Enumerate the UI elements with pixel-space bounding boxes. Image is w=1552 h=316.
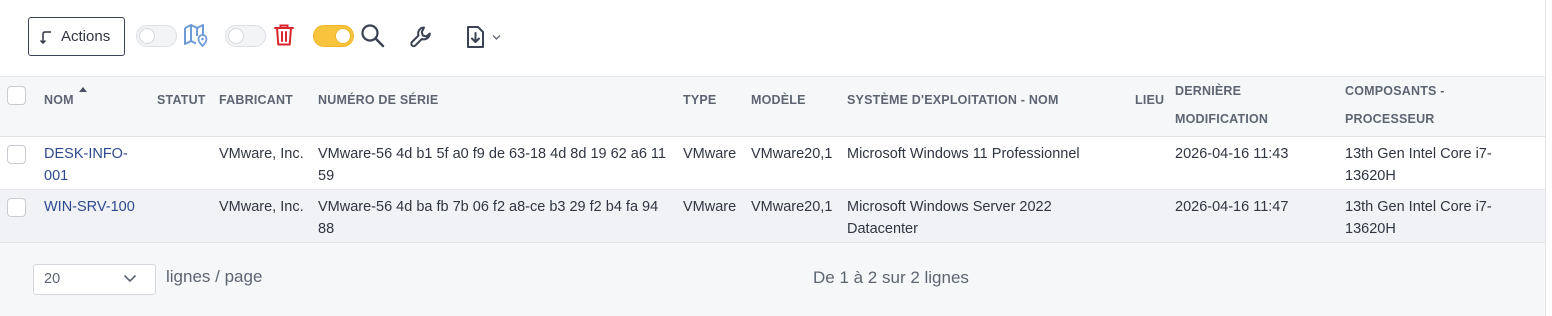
row-checkbox[interactable] (7, 145, 26, 164)
column-header-modele[interactable]: MODÈLE (751, 86, 806, 114)
column-header-modif[interactable]: DERNIÈRE MODIFICATION (1175, 77, 1305, 133)
actions-button[interactable]: Actions (28, 17, 125, 56)
cell-os: Microsoft Windows Server 2022 Datacenter (847, 199, 1052, 237)
cell-serie: VMware-56 4d ba fb 7b 06 f2 a8-ce b3 29 … (318, 199, 659, 237)
toolbar: Actions (0, 0, 1545, 76)
table-header: NOM STATUT FABRICANT NUMÉRO DE SÉRIE TYP… (0, 76, 1545, 137)
column-header-cpu[interactable]: COMPOSANTS - PROCESSEUR (1345, 77, 1475, 133)
table-footer: 20 lignes / page De 1 à 2 sur 2 lignes (0, 243, 1545, 316)
chevron-down-icon (123, 274, 137, 283)
computers-table: NOM STATUT FABRICANT NUMÉRO DE SÉRIE TYP… (0, 76, 1545, 243)
search-toggle[interactable] (313, 25, 354, 47)
table-row[interactable]: WIN-SRV-100 VMware, Inc. VMware-56 4d ba… (0, 190, 1545, 243)
column-header-fabricant[interactable]: FABRICANT (219, 86, 293, 114)
sort-ascending-icon (79, 87, 87, 92)
cell-fabricant: VMware, Inc. (219, 199, 304, 215)
cell-cpu: 13th Gen Intel Core i7-13620H (1345, 146, 1492, 184)
row-checkbox[interactable] (7, 198, 26, 217)
export-icon[interactable] (465, 24, 487, 50)
column-header-lieu[interactable]: LIEU (1135, 86, 1164, 114)
cell-modif: 2026-04-16 11:43 (1175, 146, 1289, 162)
computer-name-link[interactable]: WIN-SRV-100 (44, 196, 154, 218)
column-header-nom[interactable]: NOM (44, 86, 74, 114)
map-icon[interactable] (183, 23, 209, 49)
cell-serie: VMware-56 4d b1 5f a0 f9 de 63-18 4d 8d … (318, 146, 666, 184)
per-page-select[interactable]: 20 (33, 264, 156, 295)
page-edge (1545, 0, 1546, 316)
cell-type: VMware (683, 199, 737, 215)
toggle-knob (335, 28, 351, 44)
column-header-os[interactable]: SYSTÈME D'EXPLOITATION - NOM (847, 86, 1059, 114)
actions-label: Actions (61, 28, 111, 45)
cell-modele: VMware20,1 (751, 146, 833, 162)
trash-toggle[interactable] (225, 25, 266, 47)
cell-modif: 2026-04-16 11:47 (1175, 199, 1289, 215)
wrench-icon[interactable] (409, 24, 435, 50)
per-page-label: lignes / page (166, 267, 263, 286)
chevron-down-icon[interactable] (492, 34, 501, 41)
actions-arrow-icon (39, 30, 51, 44)
cell-cpu: 13th Gen Intel Core i7-13620H (1345, 199, 1492, 237)
toggle-knob (228, 28, 244, 44)
column-header-statut[interactable]: STATUT (157, 86, 206, 114)
table-row[interactable]: DESK-INFO-001 VMware, Inc. VMware-56 4d … (0, 137, 1545, 190)
select-all-checkbox[interactable] (7, 86, 26, 105)
toggle-knob (139, 28, 155, 44)
cell-os: Microsoft Windows 11 Professionnel (847, 146, 1080, 162)
cell-modele: VMware20,1 (751, 199, 833, 215)
map-toggle[interactable] (136, 25, 177, 47)
computer-name-link[interactable]: DESK-INFO-001 (44, 143, 144, 187)
search-icon[interactable] (360, 23, 386, 49)
column-header-type[interactable]: TYPE (683, 86, 716, 114)
per-page-value: 20 (44, 271, 61, 287)
cell-type: VMware (683, 146, 737, 162)
cell-fabricant: VMware, Inc. (219, 146, 304, 162)
trash-icon[interactable] (273, 23, 295, 47)
pagination-info: De 1 à 2 sur 2 lignes (813, 268, 969, 287)
column-header-serie[interactable]: NUMÉRO DE SÉRIE (318, 86, 438, 114)
